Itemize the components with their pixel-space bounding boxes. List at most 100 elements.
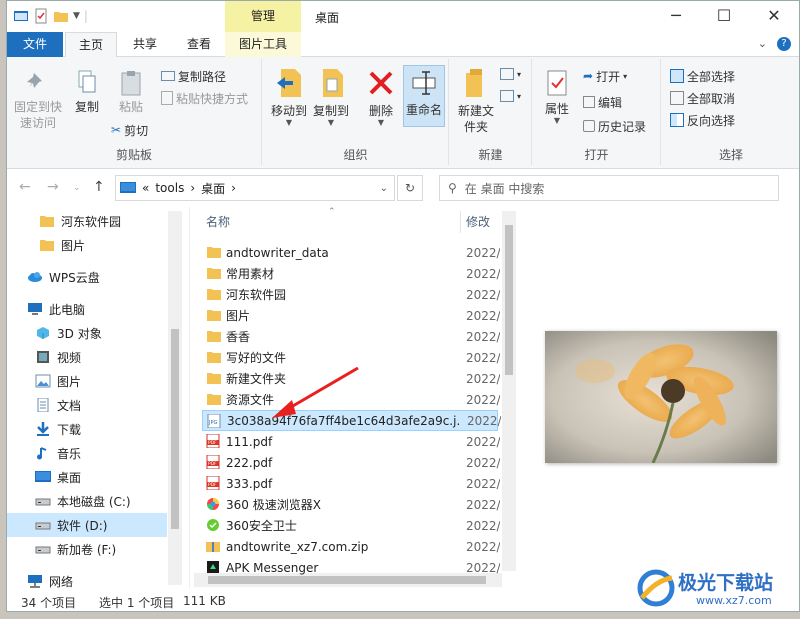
back-arrow-icon[interactable]: ← xyxy=(19,179,31,195)
nav-scrollbar-thumb[interactable] xyxy=(171,329,179,529)
copy-to-button[interactable]: 复制到 ▼ xyxy=(311,67,351,127)
tab-file[interactable]: 文件 xyxy=(7,32,63,57)
nav-item-label: 网络 xyxy=(49,574,74,589)
file-name: 360 极速浏览器X xyxy=(226,498,321,512)
file-row[interactable]: 图片 2022/ xyxy=(202,305,500,326)
file-vertical-scrollbar[interactable] xyxy=(502,211,516,571)
nav-item[interactable]: 下载 xyxy=(7,417,167,441)
nav-item[interactable]: 桌面 xyxy=(7,465,167,489)
nav-item[interactable]: 本地磁盘 (C:) xyxy=(7,489,167,513)
nav-item[interactable]: 软件 (D:) xyxy=(7,513,167,537)
pin-label: 固定到快速访问 xyxy=(13,100,62,130)
history-button[interactable]: 历史记录 xyxy=(583,117,646,135)
copy-path-button[interactable]: 复制路径 xyxy=(161,67,226,85)
edit-button[interactable]: 编辑 xyxy=(583,93,622,111)
breadcrumb-separator-icon[interactable]: › xyxy=(190,181,195,195)
nav-item-label: 新加卷 (F:) xyxy=(57,542,117,557)
nav-item[interactable]: 河东软件园 xyxy=(7,209,167,233)
file-name: 360安全卫士 xyxy=(226,519,297,533)
properties-icon xyxy=(547,70,567,96)
nav-item[interactable]: WPS云盘 xyxy=(7,265,167,289)
video-icon xyxy=(35,350,51,364)
file-date: 2022/ xyxy=(466,497,500,512)
file-row[interactable]: APK Messenger 2022/ xyxy=(202,557,500,578)
address-overflow[interactable]: « xyxy=(142,181,149,195)
column-header-date[interactable]: 修改日 xyxy=(466,207,500,237)
new-folder-icon[interactable] xyxy=(53,8,69,24)
select-all-button[interactable]: 全部选择 xyxy=(670,67,735,85)
file-row[interactable]: 常用素材 2022/ xyxy=(202,263,500,284)
copy-button[interactable]: 复制 xyxy=(67,69,107,115)
file-name: 常用素材 xyxy=(226,267,275,281)
move-to-label: 移动到 xyxy=(270,104,307,118)
tab-picture-tools[interactable]: 图片工具 xyxy=(225,32,301,57)
column-header-name[interactable]: 名称 xyxy=(206,207,230,237)
cut-label: 剪切 xyxy=(124,123,149,138)
nav-item[interactable]: 图片 xyxy=(7,233,167,257)
open-button[interactable]: ➦ 打开 ▾ xyxy=(583,67,627,85)
file-row[interactable]: andtowriter_data 2022/ xyxy=(202,242,500,263)
search-box[interactable]: ⚲ 在 桌面 中搜索 xyxy=(439,175,779,201)
file-date: 2022/ xyxy=(466,434,500,449)
nav-item[interactable]: 新加卷 (F:) xyxy=(7,537,167,561)
maximize-button[interactable]: ☐ xyxy=(701,1,747,32)
file-row[interactable]: PDF 111.pdf 2022/ xyxy=(202,431,500,452)
file-row[interactable]: 360安全卫士 2022/ xyxy=(202,515,500,536)
file-scrollbar-thumb[interactable] xyxy=(505,225,513,375)
move-to-button[interactable]: 移动到 ▼ xyxy=(269,67,309,127)
breadcrumb-desktop[interactable]: 桌面 xyxy=(201,180,225,197)
file-row[interactable]: PDF 222.pdf 2022/ xyxy=(202,452,500,473)
delete-button[interactable]: 删除 ▼ xyxy=(363,67,399,127)
breadcrumb-separator-icon[interactable]: › xyxy=(231,181,236,195)
nav-item[interactable]: 3D 对象 xyxy=(7,321,167,345)
file-row[interactable]: 河东软件园 2022/ xyxy=(202,284,500,305)
tab-share[interactable]: 共享 xyxy=(119,32,171,57)
address-dropdown-icon[interactable]: ⌄ xyxy=(380,183,388,194)
invert-selection-button[interactable]: 反向选择 xyxy=(670,111,735,129)
paste-button[interactable]: 粘贴 xyxy=(111,69,151,115)
select-none-button[interactable]: 全部取消 xyxy=(670,89,735,107)
file-date: 2022/ xyxy=(466,245,500,260)
column-divider[interactable] xyxy=(460,211,461,233)
qat-dropdown-icon[interactable]: ▼ xyxy=(73,11,80,21)
easy-access-button[interactable]: ▾ xyxy=(500,87,521,105)
nav-scrollbar[interactable] xyxy=(168,211,182,585)
nav-item[interactable]: 文档 xyxy=(7,393,167,417)
history-label: 历史记录 xyxy=(598,119,647,134)
new-folder-button[interactable]: 新建文件夹 xyxy=(454,67,498,135)
file-row[interactable]: PDF 333.pdf 2022/ xyxy=(202,473,500,494)
up-arrow-icon[interactable]: ↑ xyxy=(93,179,105,195)
recent-dropdown-icon[interactable]: ⌄ xyxy=(73,183,81,193)
file-row[interactable]: andtowrite_xz7.com.zip 2022/ xyxy=(202,536,500,557)
new-item-button[interactable]: ▾ xyxy=(500,65,521,83)
preview-image xyxy=(545,331,777,463)
address-bar[interactable]: « tools › 桌面 › ⌄ xyxy=(115,175,395,201)
context-tab-manage[interactable]: 管理 xyxy=(225,1,301,32)
file-row[interactable]: 香香 2022/ xyxy=(202,326,500,347)
cut-button[interactable]: ✂ 剪切 xyxy=(111,121,148,139)
chevron-down-icon[interactable]: ⌄ xyxy=(758,37,767,51)
forward-arrow-icon[interactable]: → xyxy=(47,179,59,195)
copy-icon xyxy=(78,70,96,93)
nav-item[interactable]: 此电脑 xyxy=(7,297,167,321)
paste-shortcut-button[interactable]: 粘贴快捷方式 xyxy=(161,89,248,107)
minimize-button[interactable]: ─ xyxy=(653,1,699,32)
close-button[interactable]: ✕ xyxy=(751,1,797,32)
nav-item[interactable]: 视频 xyxy=(7,345,167,369)
tab-view[interactable]: 查看 xyxy=(173,32,225,57)
watermark: 极光下载站 www.xz7.com xyxy=(636,566,796,614)
nav-item[interactable]: 音乐 xyxy=(7,441,167,465)
pin-quick-access-button[interactable]: 固定到快速访问 xyxy=(13,69,63,131)
nav-item[interactable]: 图片 xyxy=(7,369,167,393)
status-selected: 选中 1 个项目 xyxy=(99,596,175,610)
tab-home[interactable]: 主页 xyxy=(65,32,117,58)
properties-icon[interactable] xyxy=(33,8,49,24)
preview-pane xyxy=(519,207,799,589)
file-row[interactable]: 360 极速浏览器X 2022/ xyxy=(202,494,500,515)
clipboard-group-label: 剪贴板 xyxy=(115,148,152,162)
properties-button[interactable]: 属性 ▼ xyxy=(539,69,575,125)
breadcrumb-tools[interactable]: tools xyxy=(155,181,184,195)
help-icon[interactable]: ? xyxy=(777,37,791,51)
refresh-button[interactable]: ↻ xyxy=(397,175,423,201)
rename-button[interactable]: 重命名 xyxy=(403,65,445,127)
